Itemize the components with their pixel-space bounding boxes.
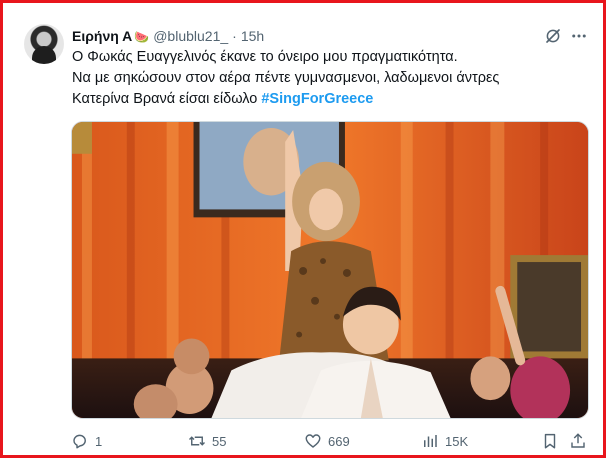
stage-photo-icon (72, 122, 588, 418)
share-button[interactable] (569, 431, 587, 451)
bookmark-button[interactable] (541, 431, 559, 451)
repost-button[interactable]: 55 (188, 431, 226, 451)
share-icon (571, 433, 585, 448)
tweet-text-line-3-prefix: Κατερίνα Βρανά είσαι είδωλο (72, 91, 262, 107)
tweet-media-photo[interactable] (71, 121, 589, 419)
author-name[interactable]: Ειρήνη Α (72, 28, 132, 44)
reply-button[interactable]: 1 (71, 431, 102, 451)
views-chart-icon (424, 435, 437, 447)
repost-count: 55 (212, 433, 227, 449)
reply-icon (73, 434, 86, 449)
heart-icon (305, 434, 321, 448)
more-options-icon[interactable] (570, 27, 588, 45)
tweet-text: Ο Φωκάς Ευαγγελινός έκανε το όνειρο μου … (72, 47, 592, 110)
like-count: 669 (328, 433, 350, 449)
tweet-actions: 1 55 669 15K (71, 431, 591, 453)
tweet-text-line-1: Ο Φωκάς Ευαγγελινός έκανε το όνειρο μου … (72, 49, 458, 65)
avatar[interactable] (24, 24, 64, 64)
grok-icon[interactable] (544, 27, 562, 45)
reply-count: 1 (95, 433, 103, 449)
tweet-header: Ειρήνη Α 🍉 @blublu21_ · 15h (72, 27, 264, 46)
hashtag-link[interactable]: #SingForGreece (261, 91, 373, 107)
tweet-timestamp[interactable]: 15h (241, 28, 264, 44)
tweet-text-line-2: Να με σηκώσουν στον αέρα πέντε γυμνασμεν… (72, 70, 500, 86)
screenshot-frame: Ειρήνη Α 🍉 @blublu21_ · 15h Ο Φωκάς Ευαγγελι… (0, 0, 606, 458)
repost-icon (188, 436, 206, 446)
like-button[interactable]: 669 (304, 431, 350, 451)
watermelon-emoji: 🍉 (134, 30, 150, 44)
views-button[interactable]: 15K (421, 431, 468, 451)
tweet-text-line-3: Κατερίνα Βρανά είσαι είδωλο #SingForGree… (72, 89, 592, 110)
author-handle[interactable]: @blublu21_ (153, 28, 228, 44)
views-count: 15K (445, 433, 469, 449)
separator-dot: · (232, 28, 237, 44)
bookmark-icon (544, 433, 556, 449)
